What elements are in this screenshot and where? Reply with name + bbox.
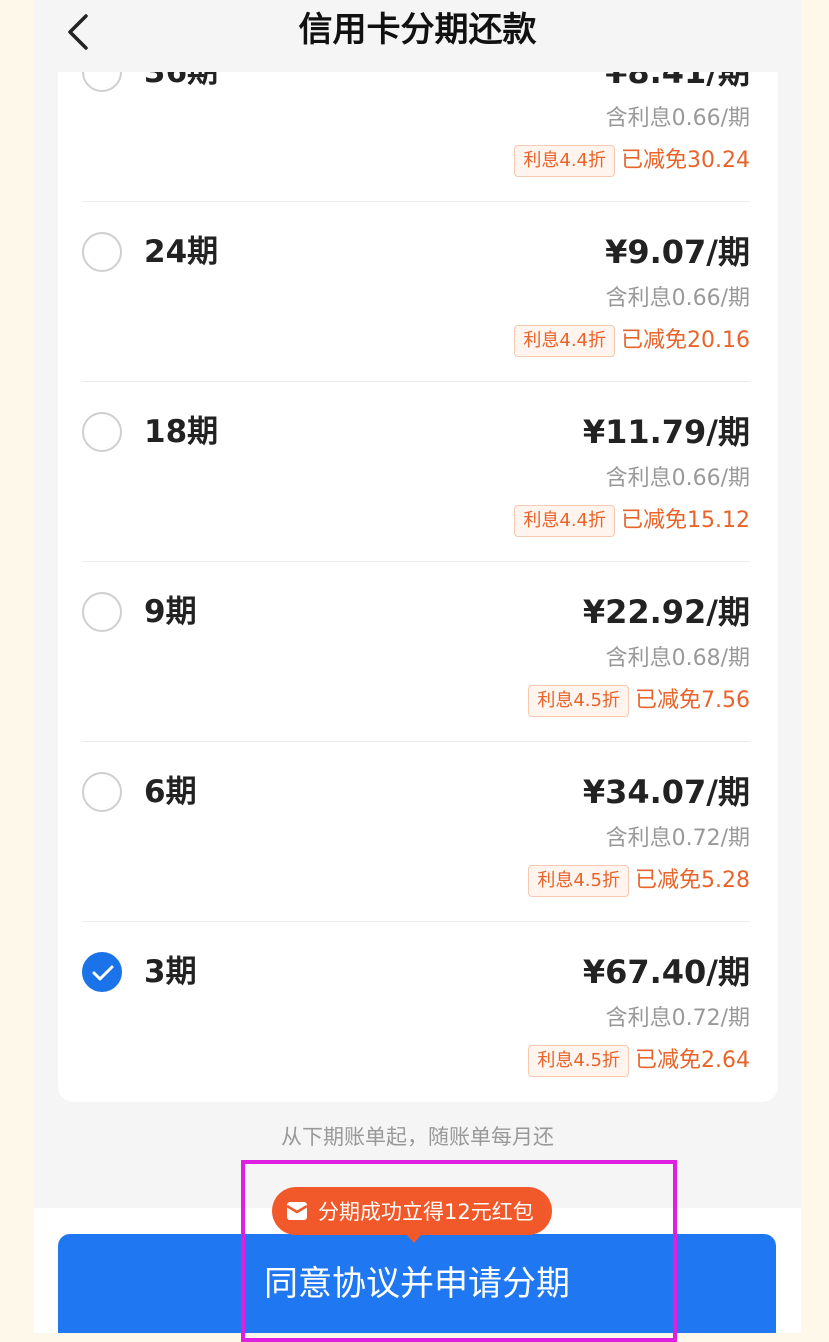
radio-button[interactable] (82, 772, 122, 812)
discount-badge: 利息4.5折 (528, 1045, 629, 1077)
red-envelope-icon (286, 1202, 308, 1220)
saved-amount: 已减免15.12 (621, 508, 750, 533)
discount-badge: 利息4.5折 (528, 685, 629, 717)
option-promo: 利息4.5折 已减免7.56 (528, 684, 750, 718)
option-label: 3期 (144, 954, 197, 990)
check-icon (92, 965, 114, 981)
page-title: 信用卡分期还款 (298, 10, 537, 50)
saved-amount: 已减免7.56 (635, 688, 750, 713)
option-row[interactable]: 18期 ¥11.79/期 含利息0.66/期 利息4.4折 已减免15.12 (58, 382, 778, 562)
option-interest: 含利息0.66/期 (605, 106, 750, 131)
repayment-note: 从下期账单起，随账单每月还 (281, 1125, 554, 1149)
option-interest: 含利息0.72/期 (605, 1006, 750, 1031)
phone-screen: 36期 ¥8.41/期 含利息0.66/期 利息4.4折 已减免30.24 24… (34, 0, 801, 1333)
discount-badge: 利息4.4折 (514, 145, 616, 177)
option-row[interactable]: 9期 ¥22.92/期 含利息0.68/期 利息4.5折 已减免7.56 (58, 562, 778, 742)
option-interest: 含利息0.66/期 (605, 286, 750, 311)
radio-button[interactable] (82, 592, 122, 632)
radio-button[interactable] (82, 412, 122, 452)
option-amount: ¥67.40/期 (582, 953, 750, 991)
option-promo: 利息4.5折 已减免5.28 (528, 864, 750, 898)
nav-header: 信用卡分期还款 (34, 0, 801, 72)
discount-badge: 利息4.4折 (514, 505, 616, 537)
apply-installment-button[interactable]: 同意协议并申请分期 (58, 1234, 776, 1333)
option-label: 9期 (144, 594, 197, 630)
option-row[interactable]: 6期 ¥34.07/期 含利息0.72/期 利息4.5折 已减免5.28 (58, 742, 778, 922)
radio-button-checked[interactable] (82, 952, 122, 992)
option-amount: ¥9.07/期 (605, 233, 750, 271)
discount-badge: 利息4.5折 (528, 865, 629, 897)
saved-amount: 已减免30.24 (621, 148, 750, 173)
installment-options-card: 36期 ¥8.41/期 含利息0.66/期 利息4.4折 已减免30.24 24… (58, 40, 778, 1102)
saved-amount: 已减免2.64 (635, 1048, 750, 1073)
option-row-selected[interactable]: 3期 ¥67.40/期 含利息0.72/期 利息4.5折 已减免2.64 (58, 922, 778, 1102)
discount-badge: 利息4.4折 (514, 325, 616, 357)
option-row[interactable]: 24期 ¥9.07/期 含利息0.66/期 利息4.4折 已减免20.16 (58, 202, 778, 382)
saved-amount: 已减免5.28 (635, 868, 750, 893)
option-promo: 利息4.4折 已减免15.12 (514, 504, 750, 538)
radio-button[interactable] (82, 232, 122, 272)
option-label: 18期 (144, 414, 219, 450)
saved-amount: 已减免20.16 (621, 328, 750, 353)
option-amount: ¥11.79/期 (582, 413, 750, 451)
option-amount: ¥22.92/期 (582, 593, 750, 631)
promo-text: 分期成功立得12元红包 (318, 1200, 534, 1224)
option-promo: 利息4.5折 已减免2.64 (528, 1044, 750, 1078)
option-promo: 利息4.4折 已减免30.24 (514, 144, 750, 178)
red-packet-promo: 分期成功立得12元红包 (272, 1187, 552, 1243)
option-promo: 利息4.4折 已减免20.16 (514, 324, 750, 358)
option-amount: ¥34.07/期 (582, 773, 750, 811)
option-interest: 含利息0.66/期 (605, 466, 750, 491)
option-interest: 含利息0.68/期 (605, 646, 750, 671)
option-label: 6期 (144, 774, 197, 810)
option-interest: 含利息0.72/期 (605, 826, 750, 851)
option-label: 24期 (144, 234, 219, 270)
